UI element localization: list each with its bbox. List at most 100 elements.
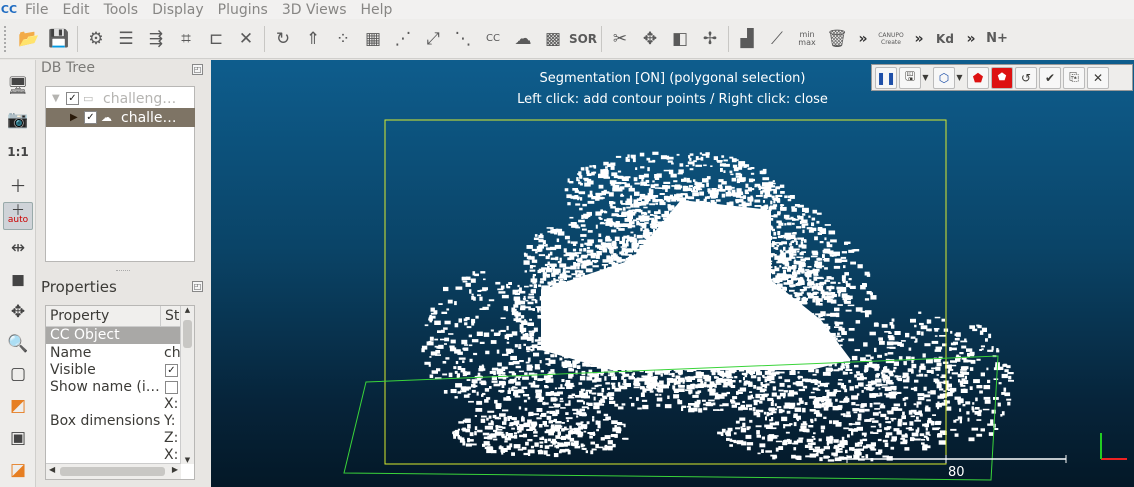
back-view-icon[interactable]: ◪ [3, 456, 33, 484]
pan-icon[interactable]: ✥ [3, 298, 33, 326]
scroll-down-icon[interactable]: ▼ [181, 456, 194, 464]
expand-icon[interactable]: ▶ [70, 112, 80, 123]
segment-icon[interactable]: ⊏ [201, 24, 231, 54]
register-icon[interactable]: ✢ [695, 24, 725, 54]
front-view-icon[interactable]: ▢ [3, 360, 33, 388]
cloud-point [798, 268, 802, 272]
scroll-thumb[interactable] [183, 320, 192, 348]
menu-file[interactable]: File [18, 2, 55, 18]
cloud-point [901, 415, 906, 420]
cloud-point [577, 433, 583, 438]
scale-icon[interactable]: ⤢ [418, 24, 448, 54]
density-icon[interactable]: ☁ [508, 24, 538, 54]
properties-float-icon[interactable]: ◰ [192, 281, 203, 292]
toolbar-more-button-3[interactable]: » [960, 31, 982, 47]
state-column-header[interactable]: Sta [161, 306, 182, 327]
cloud-point [638, 209, 643, 213]
rotate-icon[interactable]: ⇹ [3, 234, 33, 262]
cloud-point [620, 246, 628, 248]
cloud-point [786, 222, 789, 225]
show-name-checkbox[interactable] [165, 381, 178, 394]
sor-icon[interactable]: SOR [568, 24, 598, 54]
toolbar-more-button[interactable]: » [852, 31, 874, 47]
cloud-point [745, 404, 753, 408]
visibility-checkbox[interactable]: ✓ [84, 111, 97, 124]
zoom-ratio-button[interactable]: 1:1 [3, 138, 33, 166]
open-icon[interactable]: 📂 [14, 24, 44, 54]
cloud-point [911, 432, 919, 437]
close-icon[interactable]: ✕ [231, 24, 261, 54]
zoom-icon[interactable]: 🔍 [3, 330, 33, 358]
cloud-point [673, 180, 678, 183]
cloud-point [807, 281, 815, 285]
normals-icon[interactable]: ⇑ [298, 24, 328, 54]
cloud-point [719, 432, 722, 435]
toolbar-handle[interactable] [4, 25, 10, 52]
cloud-compare-icon[interactable]: CC [478, 24, 508, 54]
panel-splitter[interactable] [116, 270, 130, 274]
cloud-point [639, 152, 645, 157]
menu-help[interactable]: Help [353, 2, 399, 18]
toolbar-more-button-2[interactable]: » [908, 31, 930, 47]
db-tree-float-icon[interactable]: ◰ [192, 64, 203, 75]
plane-icon[interactable]: ◧ [665, 24, 695, 54]
3d-viewport[interactable]: Segmentation [ON] (polygonal selection) … [211, 60, 1134, 487]
menu-3d-views[interactable]: 3D Views [275, 2, 354, 18]
side-view-icon[interactable]: ▣ [3, 424, 33, 452]
mesh-icon[interactable]: ▦ [358, 24, 388, 54]
scroll-up-icon[interactable]: ▲ [181, 306, 194, 314]
cloud-point [815, 298, 820, 303]
auto-pivot-button[interactable]: ＋ auto [3, 202, 33, 230]
properties-vertical-scrollbar[interactable]: ▲ ▼ [180, 306, 194, 464]
crop-icon[interactable]: ⌗ [171, 24, 201, 54]
translate-icon[interactable]: ↻ [268, 24, 298, 54]
expand-icon[interactable]: ▼ [52, 93, 62, 104]
screen-icon[interactable]: 🖥 [3, 72, 33, 100]
tree-item-root[interactable]: ▼ ✓ ▭ challeng… [46, 89, 195, 108]
minmax-icon[interactable]: min max [792, 24, 822, 54]
cube-view-icon[interactable]: ◼ [3, 266, 33, 294]
visible-checkbox[interactable]: ✓ [165, 364, 178, 377]
merge-icon[interactable]: ⇶ [141, 24, 171, 54]
scissors-icon[interactable]: ✂ [605, 24, 635, 54]
property-name-value[interactable]: ch [164, 345, 181, 361]
cloud-point [592, 265, 599, 268]
sample-icon[interactable]: ⁘ [328, 24, 358, 54]
list-icon[interactable]: ☰ [111, 24, 141, 54]
cloud-point [524, 270, 527, 273]
save-icon[interactable]: 💾 [44, 24, 74, 54]
n-plus-icon[interactable]: N+ [982, 24, 1012, 54]
camera-icon[interactable]: 📷 [3, 106, 33, 134]
subsample-icon[interactable]: ⋱ [448, 24, 478, 54]
kd-tree-icon[interactable]: Kd [930, 24, 960, 54]
curve-icon[interactable]: ⟋ [762, 24, 792, 54]
scroll-hthumb[interactable] [60, 467, 165, 476]
scatter-icon[interactable]: ⋰ [388, 24, 418, 54]
tree-item-cloud[interactable]: ▶ ✓ ☁ challe… [46, 108, 195, 127]
top-view-icon[interactable]: ◩ [3, 392, 33, 420]
checker-icon[interactable]: ▩ [538, 24, 568, 54]
cloud-point [421, 345, 428, 350]
histogram-icon[interactable]: ▟ [732, 24, 762, 54]
cloud-point [769, 436, 773, 441]
cloud-point [521, 315, 525, 319]
scroll-left-icon[interactable]: ◀ [49, 465, 55, 474]
point-cloud-render[interactable] [211, 60, 1134, 487]
cloud-point [780, 191, 785, 194]
crosshair-icon[interactable]: ＋ [3, 170, 33, 198]
property-column-header[interactable]: Property [46, 306, 161, 327]
move-icon[interactable]: ✥ [635, 24, 665, 54]
cloud-point [802, 207, 809, 212]
menu-edit[interactable]: Edit [55, 2, 96, 18]
menu-tools[interactable]: Tools [97, 2, 146, 18]
trash-icon[interactable]: 🗑 [822, 24, 852, 54]
canupo-icon[interactable]: CANUPO Create [874, 24, 908, 54]
visibility-checkbox[interactable]: ✓ [66, 92, 79, 105]
properties-horizontal-scrollbar[interactable]: ◀ ▶ [46, 463, 181, 479]
menu-plugins[interactable]: Plugins [211, 2, 275, 18]
cloud-point [609, 400, 616, 404]
menu-display[interactable]: Display [145, 2, 211, 18]
cloud-point [548, 444, 554, 447]
gear-icon[interactable]: ⚙ [81, 24, 111, 54]
scroll-right-icon[interactable]: ▶ [172, 465, 178, 474]
